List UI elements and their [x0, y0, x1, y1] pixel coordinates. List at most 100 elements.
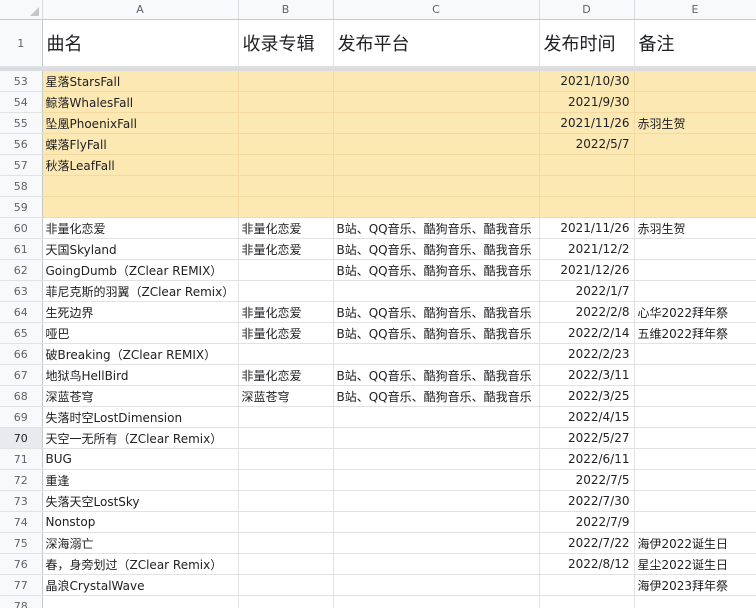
cell-platform[interactable]	[333, 71, 540, 92]
cell-platform[interactable]	[333, 280, 540, 302]
cell-title[interactable]: GoingDumb（ZClear REMIX）	[42, 259, 239, 281]
cell-platform[interactable]: B站、QQ音乐、酷狗音乐、酷我音乐	[333, 364, 540, 386]
cell-platform[interactable]	[333, 427, 540, 449]
cell-notes[interactable]	[634, 154, 756, 176]
row-number[interactable]: 54	[0, 91, 43, 113]
cell-date[interactable]	[539, 196, 635, 218]
cell-title[interactable]: 天国Skyland	[42, 238, 239, 260]
row-number[interactable]: 63	[0, 280, 43, 302]
cell-platform[interactable]	[333, 490, 540, 512]
cell-album[interactable]	[238, 71, 334, 92]
cell-notes[interactable]: 海伊2023拜年祭	[634, 574, 756, 596]
row-number[interactable]: 71	[0, 448, 43, 470]
cell-album[interactable]	[238, 259, 334, 281]
cell-date[interactable]: 2022/7/22	[539, 532, 635, 554]
cell-platform[interactable]	[333, 448, 540, 470]
cell-notes[interactable]	[634, 406, 756, 428]
cell-notes[interactable]: 五维2022拜年祭	[634, 322, 756, 344]
cell-notes[interactable]	[634, 385, 756, 407]
cell-platform[interactable]	[333, 91, 540, 113]
row-number[interactable]: 76	[0, 553, 43, 575]
cell-date[interactable]: 2021/10/30	[539, 71, 635, 92]
row-number[interactable]: 68	[0, 385, 43, 407]
row-number[interactable]: 67	[0, 364, 43, 386]
row-number[interactable]: 1	[0, 19, 43, 67]
cell-platform[interactable]	[333, 574, 540, 596]
cell-date[interactable]: 2022/3/25	[539, 385, 635, 407]
cell-platform[interactable]	[333, 196, 540, 218]
cell-notes[interactable]	[634, 511, 756, 533]
cell-notes[interactable]: 赤羽生贺	[634, 217, 756, 239]
cell-notes[interactable]	[634, 91, 756, 113]
column-header-c[interactable]: C	[333, 0, 540, 20]
cell-album[interactable]	[238, 532, 334, 554]
cell-title[interactable]: 星落StarsFall	[42, 71, 239, 92]
cell-date[interactable]: 2022/7/5	[539, 469, 635, 491]
cell-album[interactable]	[238, 280, 334, 302]
cell-title[interactable]: 春，身旁划过（ZClear Remix）	[42, 553, 239, 575]
cell-title[interactable]: 深海溺亡	[42, 532, 239, 554]
row-number[interactable]: 75	[0, 532, 43, 554]
cell-title[interactable]: 蝶落FlyFall	[42, 133, 239, 155]
cell-platform[interactable]: B站、QQ音乐、酷狗音乐、酷我音乐	[333, 259, 540, 281]
cell-platform[interactable]	[333, 112, 540, 134]
row-number[interactable]: 62	[0, 259, 43, 281]
header-cell-date[interactable]: 发布时间	[539, 19, 635, 67]
row-number[interactable]: 59	[0, 196, 43, 218]
row-number[interactable]: 77	[0, 574, 43, 596]
cell-title[interactable]: 天空一无所有（ZClear Remix）	[42, 427, 239, 449]
cell-title[interactable]: 鲸落WhalesFall	[42, 91, 239, 113]
cell-date[interactable]: 2021/11/26	[539, 112, 635, 134]
cell-title[interactable]	[42, 595, 239, 608]
cell-date[interactable]: 2021/12/2	[539, 238, 635, 260]
header-cell-notes[interactable]: 备注	[634, 19, 756, 67]
cell-notes[interactable]	[634, 595, 756, 608]
cell-notes[interactable]	[634, 343, 756, 365]
cell-album[interactable]: 深蓝苍穹	[238, 385, 334, 407]
cell-title[interactable]: 失落天空LostSky	[42, 490, 239, 512]
cell-album[interactable]	[238, 469, 334, 491]
cell-notes[interactable]	[634, 196, 756, 218]
cell-date[interactable]: 2021/9/30	[539, 91, 635, 113]
cell-album[interactable]	[238, 196, 334, 218]
row-number[interactable]: 56	[0, 133, 43, 155]
row-number[interactable]: 69	[0, 406, 43, 428]
cell-title[interactable]: 重逢	[42, 469, 239, 491]
cell-title[interactable]: 菲尼克斯的羽翼（ZClear Remix）	[42, 280, 239, 302]
cell-title[interactable]: 生死边界	[42, 301, 239, 323]
cell-album[interactable]	[238, 595, 334, 608]
column-header-e[interactable]: E	[634, 0, 756, 20]
cell-album[interactable]	[238, 175, 334, 197]
cell-title[interactable]: 深蓝苍穹	[42, 385, 239, 407]
cell-title[interactable]: 哑巴	[42, 322, 239, 344]
column-header-b[interactable]: B	[238, 0, 334, 20]
cell-album[interactable]: 非量化恋爱	[238, 217, 334, 239]
cell-album[interactable]	[238, 448, 334, 470]
cell-date[interactable]	[539, 154, 635, 176]
cell-platform[interactable]	[333, 154, 540, 176]
cell-album[interactable]: 非量化恋爱	[238, 238, 334, 260]
cell-title[interactable]: 非量化恋爱	[42, 217, 239, 239]
cell-notes[interactable]	[634, 71, 756, 92]
cell-notes[interactable]: 心华2022拜年祭	[634, 301, 756, 323]
cell-album[interactable]: 非量化恋爱	[238, 322, 334, 344]
cell-title[interactable]: 晶浪CrystalWave	[42, 574, 239, 596]
cell-notes[interactable]	[634, 238, 756, 260]
cell-notes[interactable]	[634, 469, 756, 491]
row-number[interactable]: 65	[0, 322, 43, 344]
cell-date[interactable]: 2022/2/14	[539, 322, 635, 344]
row-number[interactable]: 74	[0, 511, 43, 533]
row-number[interactable]: 64	[0, 301, 43, 323]
cell-date[interactable]: 2022/8/12	[539, 553, 635, 575]
cell-album[interactable]: 非量化恋爱	[238, 364, 334, 386]
cell-album[interactable]: 非量化恋爱	[238, 301, 334, 323]
cell-title[interactable]: 秋落LeafFall	[42, 154, 239, 176]
cell-title[interactable]: 失落时空LostDimension	[42, 406, 239, 428]
cell-platform[interactable]	[333, 406, 540, 428]
cell-title[interactable]: 地狱鸟HellBird	[42, 364, 239, 386]
cell-date[interactable]: 2022/5/27	[539, 427, 635, 449]
row-number[interactable]: 57	[0, 154, 43, 176]
cell-platform[interactable]	[333, 595, 540, 608]
cell-platform[interactable]	[333, 532, 540, 554]
cell-title[interactable]	[42, 175, 239, 197]
